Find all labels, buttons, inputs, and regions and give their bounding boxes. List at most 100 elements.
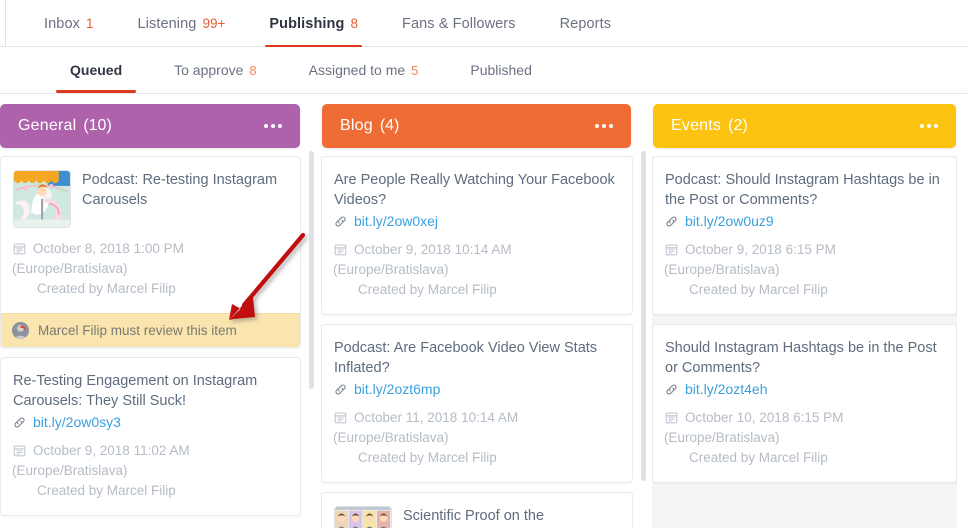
card-link[interactable]: bit.ly/2ozt6mp	[334, 381, 618, 397]
card-link-label: bit.ly/2ow0xej	[354, 213, 438, 229]
card-title: Re-Testing Engagement on Instagram Carou…	[13, 371, 286, 411]
topnav-item-inbox[interactable]: Inbox1	[22, 0, 116, 47]
board-column-blog: Blog (4) Are People Really Watching Your F…	[312, 104, 645, 528]
column-menu-ellipsis-icon[interactable]	[593, 118, 615, 134]
card-created-by: Created by Marcel Filip	[334, 280, 618, 300]
topnav-item-label: Publishing	[269, 16, 344, 32]
column-header-blog[interactable]: Blog (4)	[322, 104, 631, 148]
card-timezone: (Europe/Bratislava)	[12, 259, 184, 279]
card[interactable]: Re-Testing Engagement on Instagram Carou…	[0, 357, 301, 516]
card-date-row: October 10, 2018 6:15 PM(Europe/Bratisla…	[665, 408, 942, 448]
subnav-item-label: Queued	[70, 62, 122, 78]
subnav-items: Queued To approve8Assigned to me5Publishe…	[0, 47, 562, 93]
topnav-item-label: Inbox	[44, 16, 80, 32]
column-card-list: Are People Really Watching Your Facebook…	[321, 156, 633, 528]
card-top-row: Podcast: Should Instagram Hashtags be in…	[665, 170, 942, 229]
card-created-by: Created by Marcel Filip	[13, 279, 286, 299]
card-top-row: Podcast: Are Facebook Video View Stats I…	[334, 338, 618, 397]
review-notice-text: Marcel Filip must review this item	[38, 323, 237, 338]
column-card-list: Podcast: Should Instagram Hashtags be in…	[652, 156, 957, 483]
subnav-item-published[interactable]: Published	[448, 47, 554, 93]
card-timezone: (Europe/Bratislava)	[12, 461, 190, 481]
card-content: Re-Testing Engagement on Instagram Carou…	[1, 358, 300, 515]
topnav-item-badge: 99+	[202, 16, 225, 31]
card-top-row: Should Instagram Hashtags be in the Post…	[665, 338, 942, 397]
calendar-icon	[665, 242, 678, 262]
calendar-icon	[665, 410, 678, 430]
card-created-by: Created by Marcel Filip	[665, 448, 942, 468]
card-title: Should Instagram Hashtags be in the Post…	[665, 338, 942, 378]
general-column-scrollbar[interactable]	[309, 151, 314, 389]
card[interactable]: Podcast: Re-testing Instagram Carousels O…	[0, 156, 301, 348]
card[interactable]: Podcast: Are Facebook Video View Stats I…	[321, 324, 633, 483]
card-timezone: (Europe/Bratislava)	[333, 260, 512, 280]
column-header-events[interactable]: Events(2)	[653, 104, 956, 148]
column-menu-ellipsis-icon[interactable]	[918, 118, 940, 134]
card-title: Podcast: Should Instagram Hashtags be in…	[665, 170, 942, 210]
column-count: (10)	[83, 117, 111, 135]
card-link[interactable]: bit.ly/2ozt4eh	[665, 381, 942, 397]
card-content: Podcast: Should Instagram Hashtags be in…	[653, 157, 956, 314]
subnav-item-assigned-to-me[interactable]: Assigned to me5	[287, 47, 441, 93]
card-metadata: October 8, 2018 1:00 PM(Europe/Bratislav…	[13, 239, 286, 299]
card[interactable]: Should Instagram Hashtags be in the Post…	[652, 324, 957, 483]
card-date: October 9, 2018 10:14 AM	[354, 242, 512, 257]
card-timezone: (Europe/Bratislava)	[664, 428, 843, 448]
topnav-item-publishing[interactable]: Publishing 8	[247, 0, 380, 47]
review-notice-bar[interactable]: Marcel Filip must review this item	[1, 313, 300, 347]
topnav-item-badge: 8	[350, 16, 358, 31]
topnav-item-fans-followers[interactable]: Fans & Followers	[380, 0, 538, 47]
card-top-row: Podcast: Re-testing Instagram Carousels	[13, 170, 286, 228]
column-header-label-group: Blog (4)	[340, 117, 399, 135]
subnav-item-to-approve[interactable]: To approve8	[152, 47, 279, 93]
calendar-icon	[334, 410, 347, 430]
card-content: Podcast: Re-testing Instagram Carousels O…	[1, 157, 300, 313]
sidebar-edge-divider	[5, 0, 6, 47]
card-content: Are People Really Watching Your Facebook…	[322, 157, 632, 314]
subnav-item-label: Assigned to me	[309, 62, 406, 78]
card[interactable]: Podcast: Should Instagram Hashtags be in…	[652, 156, 957, 315]
card-date-row: October 9, 2018 11:02 AM(Europe/Bratisla…	[13, 441, 286, 481]
publishing-board-screen: Inbox1 Listening 99+ Publishing 8 Fans & Foll…	[0, 0, 967, 528]
topnav-item-label: Listening	[138, 16, 197, 32]
card-link-label: bit.ly/2ozt6mp	[354, 381, 440, 397]
card-text-block: Re-Testing Engagement on Instagram Carou…	[13, 371, 286, 430]
card-date-text: October 9, 2018 10:14 AM(Europe/Bratisla…	[354, 240, 512, 280]
calendar-icon	[334, 242, 347, 262]
kanban-board: General(10) Podcast: Re-testing Instagram…	[0, 94, 967, 528]
card-date-text: October 9, 2018 11:02 AM(Europe/Bratisla…	[33, 441, 190, 481]
card-top-row: Re-Testing Engagement on Instagram Carou…	[13, 371, 286, 430]
card-date-text: October 9, 2018 6:15 PM(Europe/Bratislav…	[685, 240, 836, 280]
card-link-label: bit.ly/2ow0sy3	[33, 414, 121, 430]
card-link[interactable]: bit.ly/2ow0sy3	[13, 414, 286, 430]
calendar-icon	[13, 241, 26, 261]
column-menu-ellipsis-icon[interactable]	[262, 118, 284, 134]
card[interactable]: Scientific Proof on the Follow/Unfollow …	[321, 492, 633, 528]
column-title: Blog	[340, 117, 373, 135]
board-column-events: Events(2) Podcast: Should Instagram Hasht…	[645, 104, 967, 528]
card-link[interactable]: bit.ly/2ow0xej	[334, 213, 618, 229]
card-content: Scientific Proof on the Follow/Unfollow …	[322, 493, 632, 528]
column-body-events: Podcast: Should Instagram Hashtags be in…	[652, 156, 957, 528]
card-content: Should Instagram Hashtags be in the Post…	[653, 325, 956, 482]
topnav-item-label: Fans & Followers	[402, 16, 516, 32]
card-timezone: (Europe/Bratislava)	[664, 260, 836, 280]
card-metadata: October 11, 2018 10:14 AM(Europe/Bratisl…	[334, 408, 618, 468]
card-text-block: Should Instagram Hashtags be in the Post…	[665, 338, 942, 397]
card-text-block: Scientific Proof on the Follow/Unfollow …	[403, 506, 618, 528]
column-body-general: Podcast: Re-testing Instagram Carousels O…	[0, 156, 301, 528]
topnav-item-reports[interactable]: Reports	[538, 0, 633, 47]
link-icon	[665, 215, 678, 228]
column-header-general[interactable]: General(10)	[0, 104, 300, 148]
column-count: (4)	[380, 117, 400, 135]
column-body-blog: Are People Really Watching Your Facebook…	[321, 156, 633, 528]
topnav-item-listening[interactable]: Listening 99+	[116, 0, 248, 47]
subnav-item-queued[interactable]: Queued	[48, 47, 144, 93]
blog-column-scrollbar[interactable]	[641, 151, 646, 481]
carousel-thumbnail	[13, 170, 71, 228]
card-link[interactable]: bit.ly/2ow0uz9	[665, 213, 942, 229]
calendar-icon	[13, 443, 26, 463]
card-link-label: bit.ly/2ozt4eh	[685, 381, 768, 397]
card[interactable]: Are People Really Watching Your Facebook…	[321, 156, 633, 315]
card-text-block: Podcast: Are Facebook Video View Stats I…	[334, 338, 618, 397]
